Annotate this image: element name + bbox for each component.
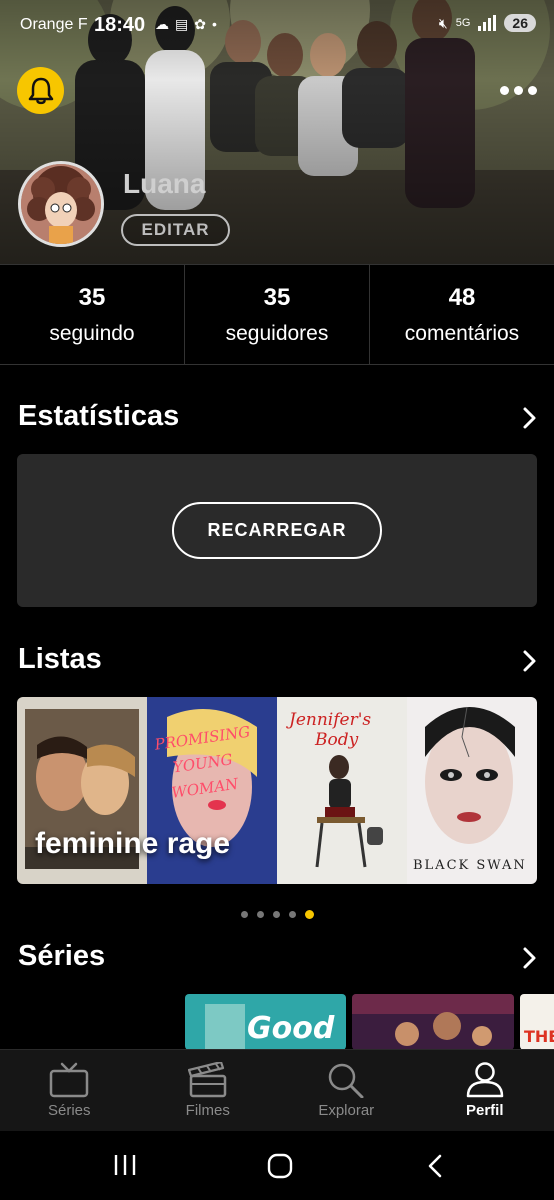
series-thumb-text: THE (524, 1027, 554, 1046)
list-name: feminine rage (35, 827, 231, 860)
dot (499, 85, 509, 95)
svg-text:BLACK SWAN: BLACK SWAN (413, 858, 527, 873)
more-options-button[interactable] (498, 80, 538, 100)
poster-art: Jennifer's Body (277, 697, 407, 884)
reload-button[interactable]: RECARREGAR (172, 502, 382, 559)
system-navigation-bar (0, 1131, 554, 1200)
stat-following[interactable]: 35 seguindo (0, 265, 185, 364)
nav-series[interactable]: Séries (0, 1050, 139, 1131)
series-art (352, 994, 514, 1050)
stat-label: seguidores (225, 321, 329, 345)
network-label: 5G (455, 17, 471, 29)
nav-explore[interactable]: Explorar (277, 1050, 416, 1131)
dot (527, 85, 537, 95)
stat-value: 48 (448, 283, 476, 311)
nav-label: Explorar (318, 1102, 375, 1119)
series-thumb-good-doctor[interactable]: Good (185, 994, 346, 1050)
series-art: Good (185, 994, 346, 1050)
series-carousel: Good THE (0, 994, 554, 1050)
person-icon (466, 1062, 503, 1098)
notification-icons: ☁▤✿• (155, 16, 223, 32)
back-icon[interactable] (425, 1153, 445, 1179)
battery-indicator: 26 (504, 14, 536, 32)
nav-label: Perfil (465, 1102, 504, 1119)
avatar-illustration (21, 164, 101, 244)
carousel-dot[interactable] (240, 911, 248, 918)
clock: 18:40 (94, 14, 146, 36)
poster-art: BLACK SWAN (407, 697, 537, 884)
stat-value: 35 (78, 283, 106, 311)
username: Luana (123, 168, 206, 199)
chevron-right-icon[interactable] (520, 406, 538, 430)
profile-stats: 35 seguindo 35 seguidores 48 comentários (0, 265, 554, 365)
stat-comments[interactable]: 48 comentários (370, 265, 554, 364)
carousel-dot[interactable] (288, 911, 296, 918)
home-icon[interactable] (267, 1153, 293, 1179)
list-card[interactable]: PROMISING YOUNG WOMAN Jennifer's Body BL… (17, 697, 537, 884)
notifications-bell-button[interactable] (17, 67, 64, 114)
chevron-right-icon[interactable] (520, 649, 538, 673)
svg-text:Body: Body (314, 730, 359, 750)
carousel-dot[interactable] (272, 911, 280, 918)
carousel-dot[interactable] (256, 911, 264, 918)
dot (513, 85, 523, 95)
recent-apps-icon[interactable] (113, 1153, 137, 1177)
statistics-section-title[interactable]: Estatísticas (18, 400, 179, 433)
tv-icon (50, 1062, 89, 1098)
series-thumb-2[interactable] (352, 994, 514, 1050)
series-art: THE (520, 994, 554, 1050)
search-icon (329, 1063, 364, 1098)
carrier-name: Orange F (20, 16, 88, 33)
svg-text:Jennifer's: Jennifer's (286, 710, 371, 730)
mute-icon: 🔇︎ (438, 14, 448, 31)
poster-black-swan: BLACK SWAN (407, 697, 537, 884)
nav-movies[interactable]: Filmes (139, 1050, 278, 1131)
carousel-indicator (0, 910, 554, 919)
clapperboard-icon (187, 1062, 226, 1098)
series-thumb-text: Good (247, 1011, 335, 1046)
status-bar: Orange F 18:40 ☁▤✿• 🔇︎ 5G 26 (0, 8, 554, 42)
carousel-dot-active[interactable] (304, 910, 314, 919)
edit-profile-button[interactable]: EDITAR (121, 214, 230, 246)
series-thumb-3[interactable]: THE (520, 994, 554, 1050)
series-section-title[interactable]: Séries (18, 940, 105, 973)
status-right: 🔇︎ 5G 26 (439, 14, 536, 32)
stat-label: seguindo (49, 321, 135, 345)
bottom-navigation: Séries Filmes Explorar Perfil (0, 1049, 554, 1131)
avatar[interactable] (18, 161, 104, 247)
chevron-right-icon[interactable] (520, 946, 538, 970)
statistics-card: RECARREGAR (17, 454, 537, 607)
stat-followers[interactable]: 35 seguidores (185, 265, 370, 364)
nav-label: Filmes (185, 1102, 230, 1119)
signal-icon (478, 15, 497, 31)
bell-icon (28, 77, 53, 104)
nav-profile[interactable]: Perfil (416, 1050, 554, 1131)
lists-section-title[interactable]: Listas (18, 643, 102, 676)
poster-jennifers-body: Jennifer's Body (277, 697, 407, 884)
stat-value: 35 (263, 283, 291, 311)
nav-label: Séries (47, 1102, 91, 1119)
stat-label: comentários (404, 321, 520, 345)
